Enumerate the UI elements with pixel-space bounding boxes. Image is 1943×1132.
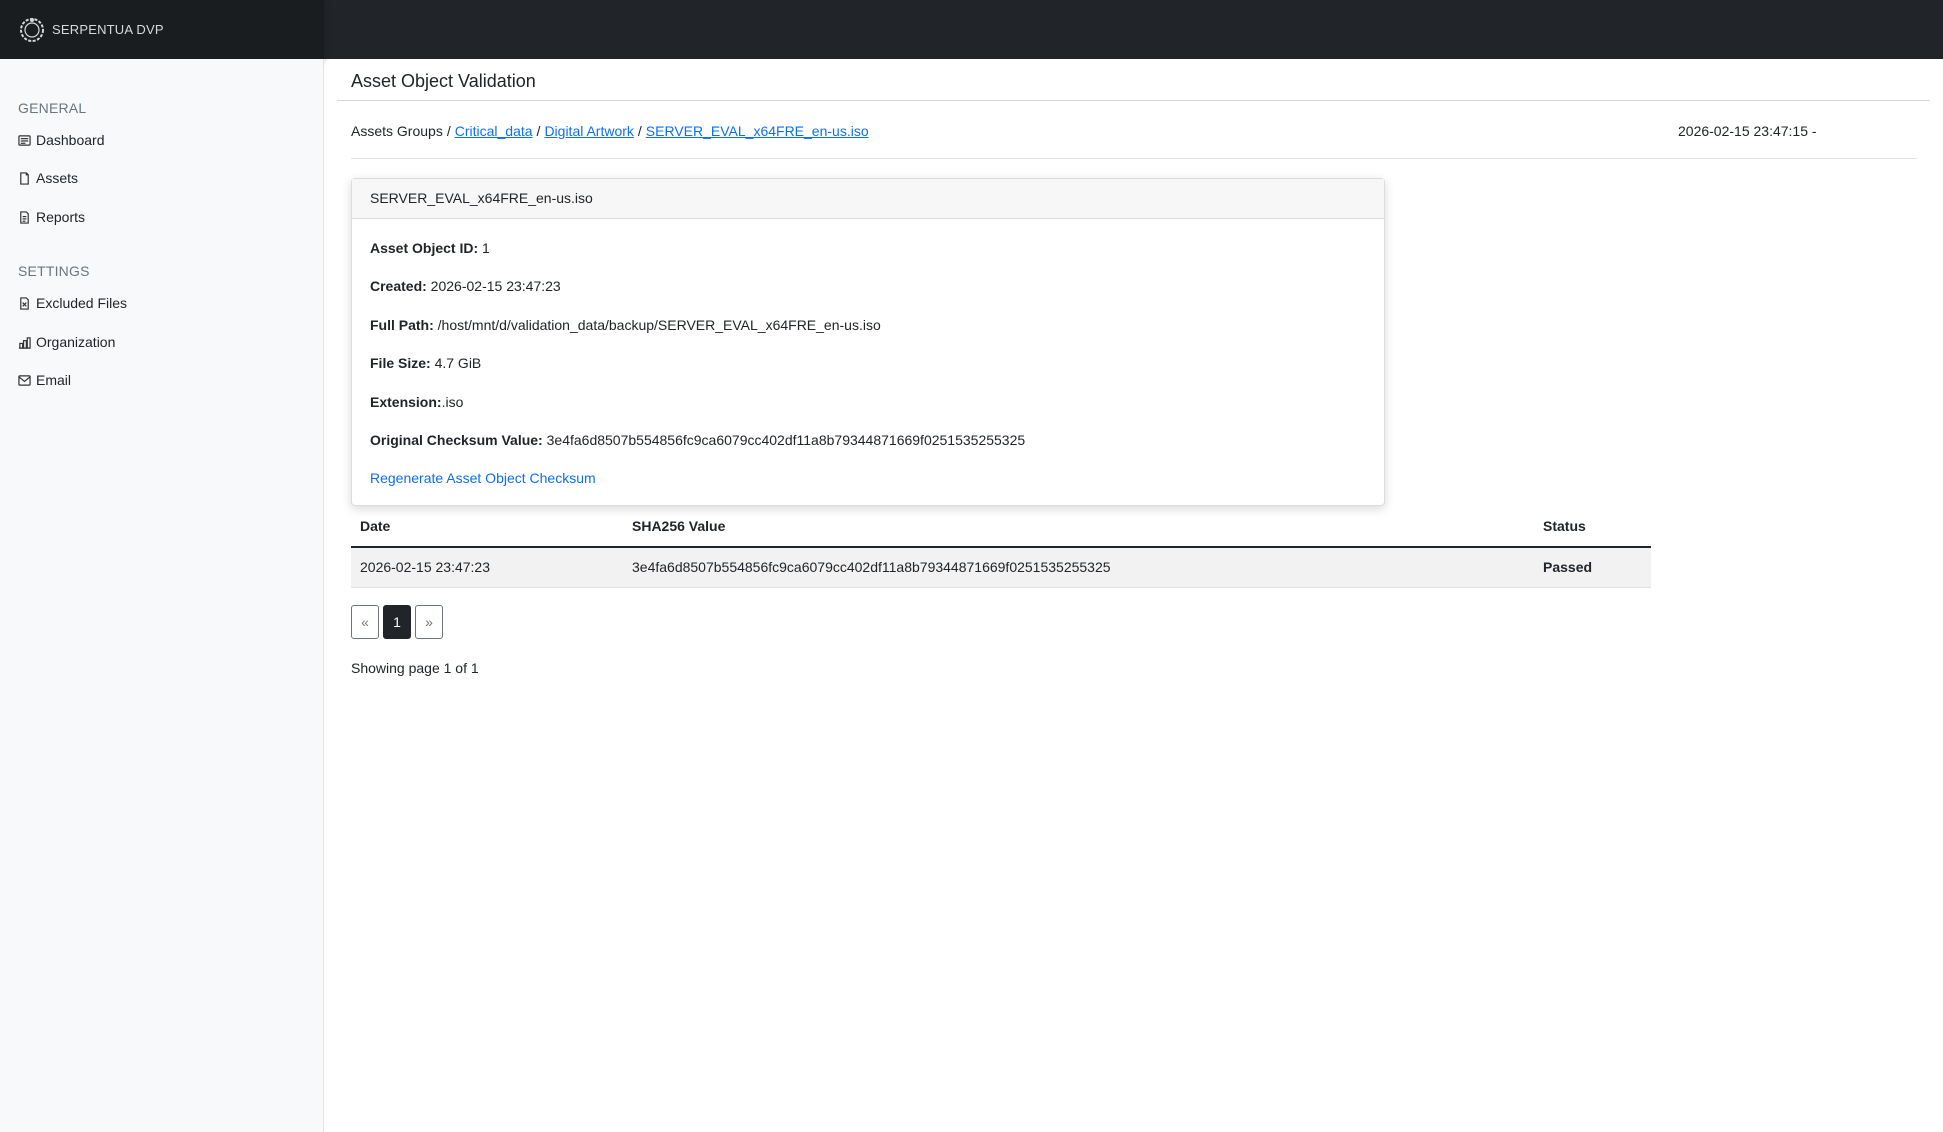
breadcrumb-link-digital-artwork[interactable]: Digital Artwork [544, 123, 633, 139]
sidebar-item-assets[interactable]: Assets [18, 168, 78, 188]
pagination-prev-button[interactable]: « [351, 605, 379, 639]
sidebar-item-organization[interactable]: Organization [18, 332, 115, 352]
serpent-logo-icon [18, 16, 46, 44]
breadcrumb-divider [351, 158, 1917, 159]
sidebar-item-reports[interactable]: Reports [18, 207, 85, 227]
excluded-file-icon [20, 296, 29, 310]
breadcrumb-link-asset-file[interactable]: SERVER_EVAL_x64FRE_en-us.iso [646, 123, 869, 139]
field-label: File Size: [370, 355, 431, 371]
pagination-summary: Showing page 1 of 1 [351, 660, 479, 676]
card-header: SERVER_EVAL_x64FRE_en-us.iso [352, 179, 1384, 219]
breadcrumb: Assets Groups / Critical_data / Digital … [351, 123, 869, 139]
report-icon [20, 210, 29, 224]
field-label: Original Checksum Value: [370, 432, 543, 448]
regenerate-checksum-link[interactable]: Regenerate Asset Object Checksum [370, 470, 596, 486]
sidebar-item-label: Reports [36, 209, 86, 225]
sidebar-heading-general: GENERAL [18, 100, 87, 116]
cell-status: Passed [1534, 547, 1651, 588]
field-value: 2026-02-15 23:47:23 [426, 278, 561, 294]
sidebar-heading-settings: SETTINGS [18, 263, 90, 279]
field-original-checksum: Original Checksum Value: 3e4fa6d8507b554… [370, 432, 1025, 448]
field-value: 4.7 GiB [430, 355, 482, 371]
asset-details-card: SERVER_EVAL_x64FRE_en-us.iso Asset Objec… [351, 178, 1385, 506]
column-header-date[interactable]: Date [351, 506, 623, 548]
field-value: .iso [441, 394, 464, 410]
organization-icon [18, 336, 31, 349]
app-name: SERPENTUA DVP [52, 22, 164, 37]
pagination-page-button[interactable]: 1 [383, 605, 411, 639]
field-label: Extension: [370, 394, 442, 410]
sidebar-item-label: Excluded Files [36, 295, 128, 311]
sidebar-item-label: Dashboard [36, 132, 105, 148]
sidebar-item-excluded-files[interactable]: Excluded Files [18, 293, 127, 313]
column-header-sha256[interactable]: SHA256 Value [623, 506, 1534, 548]
breadcrumb-root: Assets Groups [351, 123, 443, 139]
page-title: Asset Object Validation [351, 71, 536, 91]
field-label: Asset Object ID: [370, 240, 479, 256]
dashboard-icon [18, 134, 31, 146]
field-file-size: File Size: 4.7 GiB [370, 355, 481, 371]
pagination-next-button[interactable]: » [415, 605, 443, 639]
brand[interactable]: SERPENTUA DVP [0, 0, 324, 59]
sidebar-item-dashboard[interactable]: Dashboard [18, 130, 105, 150]
sidebar-item-label: Email [36, 372, 72, 388]
field-asset-object-id: Asset Object ID: 1 [370, 240, 490, 256]
table-header-row: Date SHA256 Value Status [351, 506, 1651, 548]
sidebar-item-label: Assets [36, 170, 79, 186]
breadcrumb-separator: / [637, 123, 642, 139]
field-full-path: Full Path: /host/mnt/d/validation_data/b… [370, 317, 881, 333]
table-row: 2026-02-15 23:47:23 3e4fa6d8507b554856fc… [351, 547, 1651, 588]
field-value: 1 [478, 240, 490, 256]
header-timestamp: 2026-02-15 23:47:15 - [1678, 123, 1817, 139]
field-label: Created: [370, 278, 427, 294]
breadcrumb-link-critical-data[interactable]: Critical_data [455, 123, 533, 139]
file-icon [20, 171, 29, 185]
field-label: Full Path: [370, 317, 434, 333]
breadcrumb-separator: / [446, 123, 451, 139]
field-value: 3e4fa6d8507b554856fc9ca6079cc402df11a8b7… [542, 432, 1026, 448]
field-extension: Extension:.iso [370, 394, 463, 410]
email-icon [18, 374, 31, 386]
cell-sha256: 3e4fa6d8507b554856fc9ca6079cc402df11a8b7… [623, 547, 1534, 588]
field-created: Created: 2026-02-15 23:47:23 [370, 278, 561, 294]
cell-date: 2026-02-15 23:47:23 [351, 547, 623, 588]
sidebar-item-email[interactable]: Email [18, 370, 71, 390]
validation-results-table: Date SHA256 Value Status 2026-02-15 23:4… [351, 506, 1651, 588]
breadcrumb-separator: / [536, 123, 541, 139]
field-value: /host/mnt/d/validation_data/backup/SERVE… [433, 317, 881, 333]
column-header-status[interactable]: Status [1534, 506, 1651, 548]
sidebar: GENERAL Dashboard Assets Reports SETTING… [0, 59, 324, 1132]
sidebar-item-label: Organization [36, 334, 116, 350]
title-divider [337, 100, 1930, 101]
pagination: « 1 » [351, 605, 447, 639]
